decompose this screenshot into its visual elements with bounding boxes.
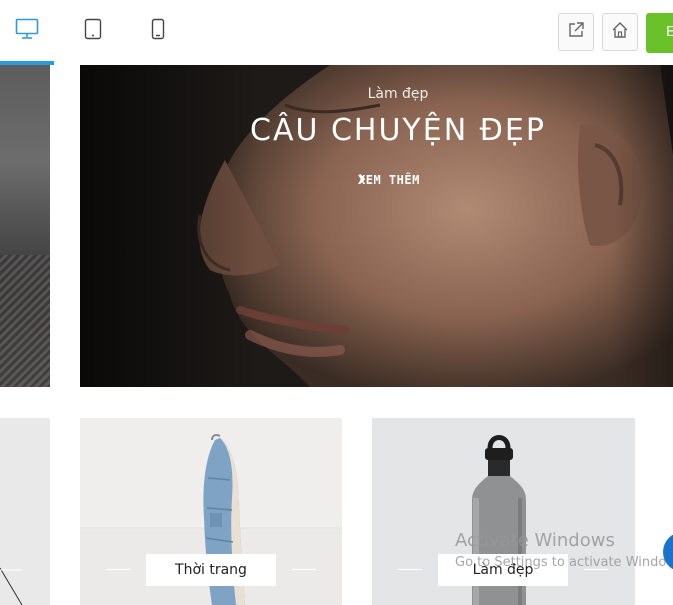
- card-dash-left: [398, 569, 422, 570]
- hero-title: CÂU CHUYỆN ĐẸP: [250, 113, 546, 148]
- device-desktop-button[interactable]: [0, 0, 54, 65]
- card-partial[interactable]: [0, 418, 50, 605]
- home-button[interactable]: [602, 13, 638, 51]
- card-partial-image: [0, 567, 23, 605]
- preview-toolbar: E: [0, 0, 673, 65]
- home-icon: [611, 21, 629, 43]
- hero-banner[interactable]: Làm đẹp CÂU CHUYỆN ĐẸP XEM THÊM: [80, 65, 673, 387]
- hero-read-more-link[interactable]: XEM THÊM: [358, 173, 430, 187]
- device-tablet-button[interactable]: [68, 0, 118, 62]
- primary-action-button[interactable]: E: [646, 13, 673, 53]
- card-dash-right: [292, 569, 316, 570]
- activation-watermark-title: Activate Windows: [455, 530, 615, 551]
- hero-link-label: XEM THÊM: [358, 173, 420, 187]
- railing-texture: [0, 255, 50, 387]
- previous-slide-image[interactable]: [0, 65, 50, 387]
- tablet-icon: [84, 18, 102, 44]
- external-link-icon: [567, 21, 585, 43]
- device-mobile-button[interactable]: [134, 0, 182, 62]
- primary-action-label: E: [666, 25, 673, 40]
- card-fashion[interactable]: Thời trang: [80, 418, 342, 605]
- card-label[interactable]: Thời trang: [146, 554, 276, 586]
- activation-watermark-subtitle: Go to Settings to activate Windows.: [455, 555, 673, 570]
- desktop-icon: [15, 18, 39, 44]
- card-beauty[interactable]: Làm đẹp: [372, 418, 635, 605]
- card-dash-left: [106, 569, 130, 570]
- mobile-icon: [151, 18, 165, 44]
- hero-category: Làm đẹp: [367, 86, 429, 102]
- open-new-tab-button[interactable]: [558, 13, 594, 51]
